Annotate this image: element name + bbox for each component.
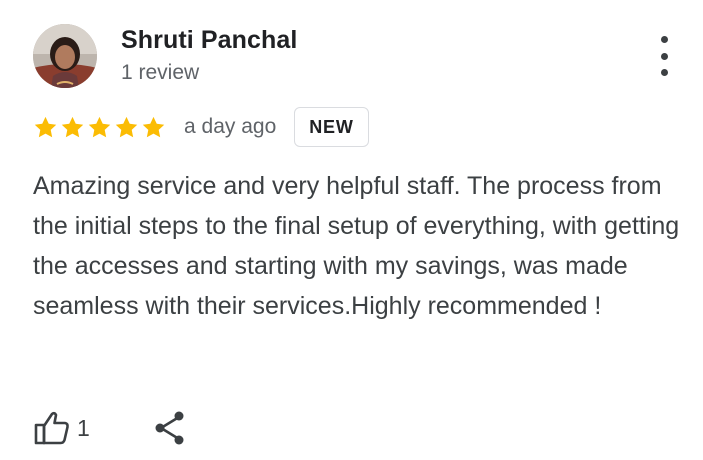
author-name[interactable]: Shruti Panchal — [121, 26, 297, 55]
review-text: Amazing service and very helpful staff. … — [33, 172, 680, 320]
star-icon — [61, 116, 84, 137]
author-review-count: 1 review — [121, 61, 200, 84]
star-rating — [33, 115, 166, 140]
new-badge: NEW — [294, 107, 369, 147]
avatar-photo — [33, 24, 97, 88]
rating-row: a day ago NEW — [33, 106, 369, 148]
more-options-button[interactable] — [646, 36, 682, 76]
like-button[interactable]: 1 — [33, 409, 90, 447]
share-icon — [155, 411, 184, 445]
author-avatar[interactable] — [33, 24, 97, 88]
more-vertical-icon — [660, 36, 668, 43]
review-date: a day ago — [184, 115, 277, 138]
star-icon — [142, 116, 165, 137]
like-count: 1 — [77, 414, 90, 441]
review-card: Shruti Panchal 1 review a day ago NEW Am… — [0, 0, 703, 460]
review-actions: 1 — [33, 406, 188, 450]
share-button[interactable] — [152, 409, 188, 447]
thumbs-up-icon — [34, 411, 69, 445]
star-icon — [115, 116, 138, 137]
star-icon — [34, 116, 57, 137]
star-icon — [88, 116, 111, 137]
